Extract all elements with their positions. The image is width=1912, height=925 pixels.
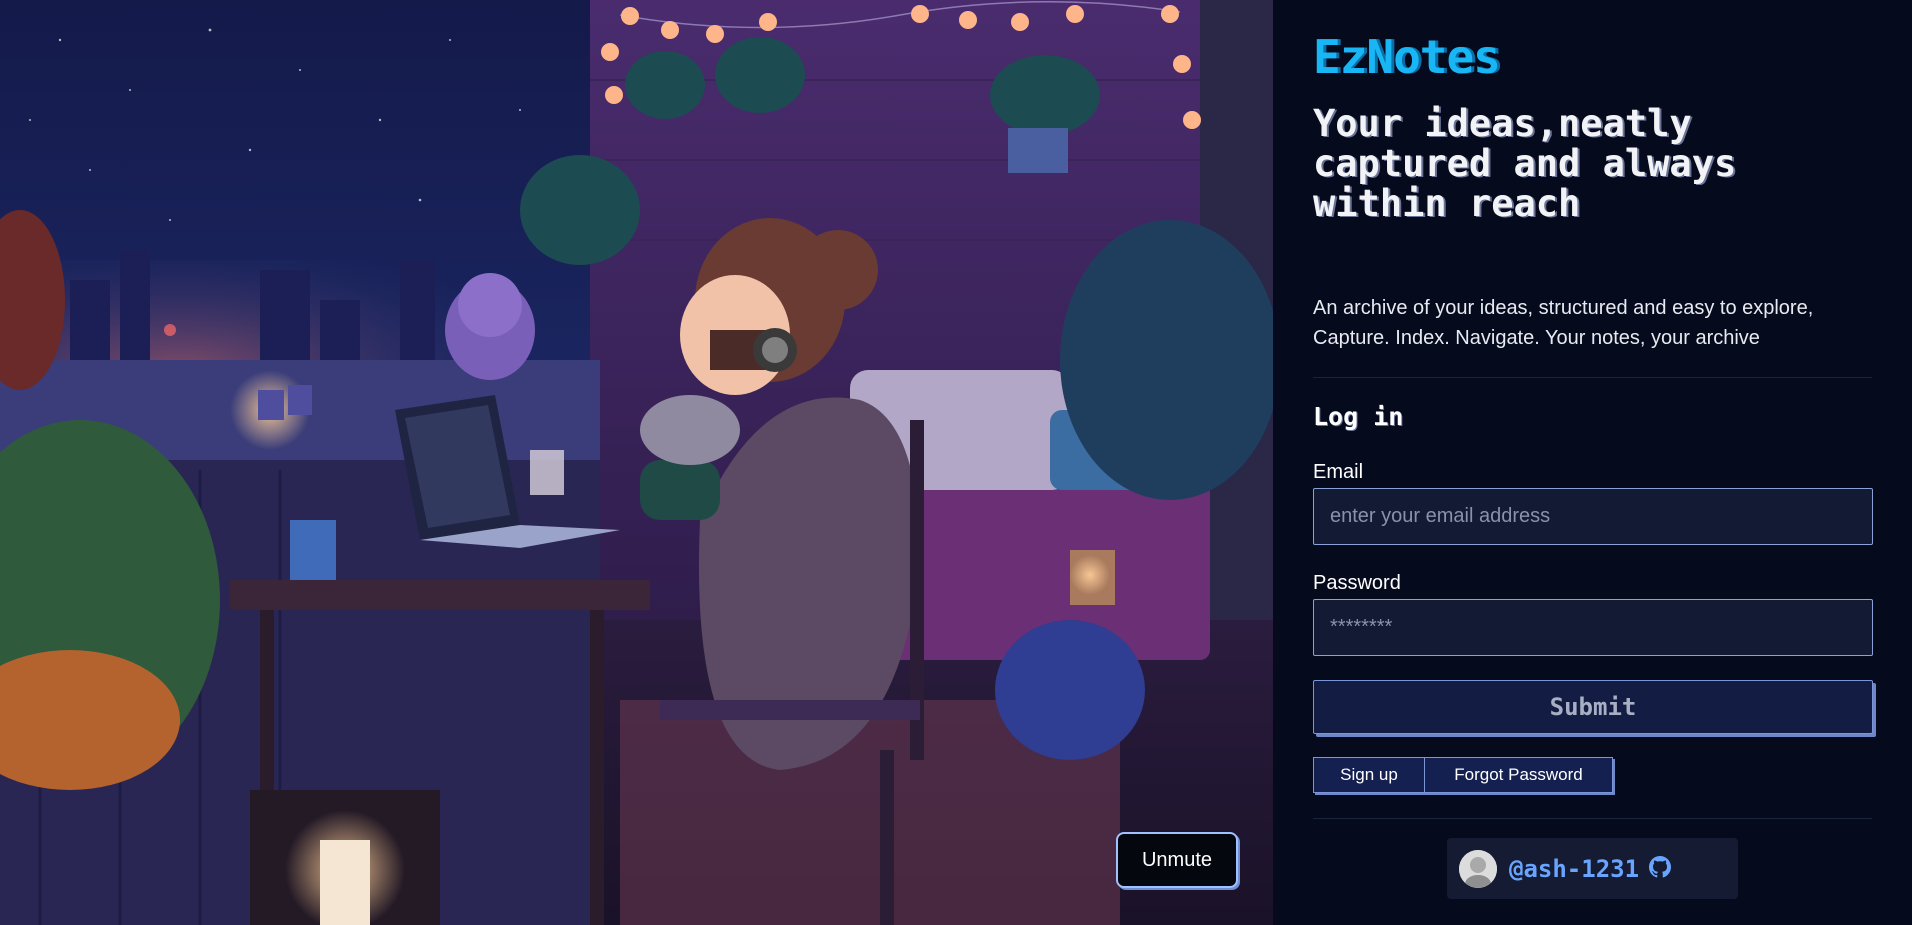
footer-divider (1313, 818, 1872, 819)
github-profile-link[interactable]: @ash-1231 (1447, 838, 1738, 899)
login-heading: Log in (1313, 402, 1404, 431)
tagline-line-1: An archive of your ideas, structured and… (1313, 297, 1814, 319)
avatar-image (1459, 849, 1497, 888)
section-divider (1313, 377, 1872, 378)
avatar (1459, 849, 1497, 888)
hero-headline: Your ideas,neatly captured and always wi… (1313, 102, 1737, 225)
app-logo: EzNotes (1313, 30, 1501, 84)
scene-illustration (0, 0, 1273, 925)
login-panel: EzNotes Your ideas,neatly captured and a… (1273, 0, 1912, 925)
password-field[interactable] (1313, 599, 1873, 656)
email-label: Email (1313, 461, 1364, 483)
github-icon-svg (1649, 855, 1672, 877)
auth-links: Sign up Forgot Password (1313, 757, 1613, 793)
github-icon (1649, 855, 1672, 882)
email-field[interactable] (1313, 488, 1873, 545)
forgot-password-button[interactable]: Forgot Password (1425, 757, 1613, 793)
lofi-background-scene: Unmute (0, 0, 1273, 925)
submit-button[interactable]: Submit (1313, 680, 1873, 734)
password-label: Password (1313, 572, 1401, 594)
tagline-line-2: Capture. Index. Navigate. Your notes, yo… (1313, 327, 1760, 349)
hero-tagline: An archive of your ideas, structured and… (1313, 293, 1873, 353)
unmute-button[interactable]: Unmute (1116, 832, 1238, 888)
signup-button[interactable]: Sign up (1313, 757, 1425, 793)
github-handle: @ash-1231 (1509, 854, 1640, 883)
